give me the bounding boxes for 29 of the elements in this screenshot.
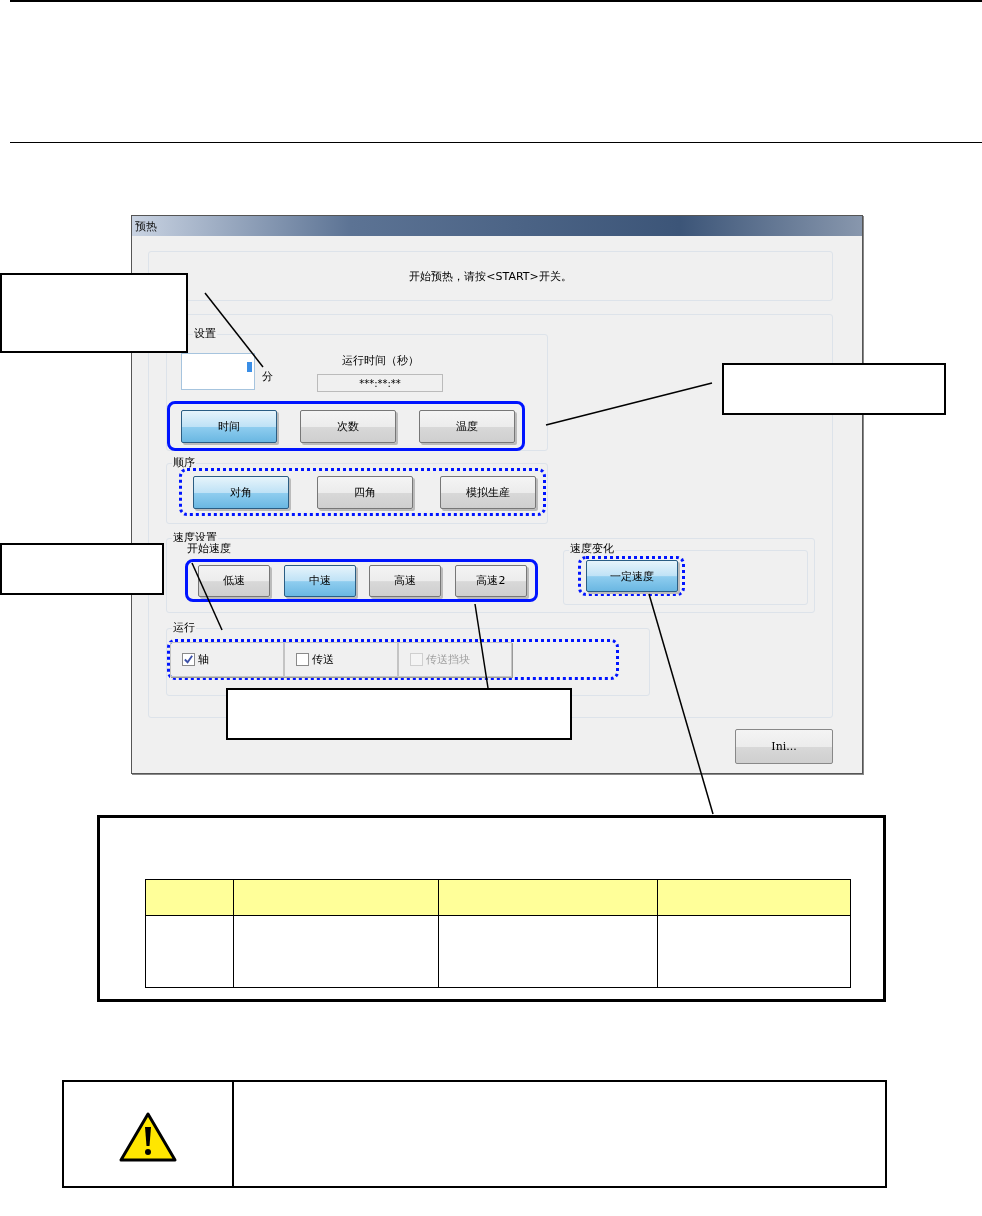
group-label: 运行 bbox=[172, 620, 196, 635]
checkbox[interactable] bbox=[182, 653, 195, 666]
checkbox[interactable] bbox=[296, 653, 309, 666]
group-label: 速度变化 bbox=[569, 541, 615, 556]
warning-icon bbox=[118, 1111, 178, 1163]
checkbox-label: 传送挡块 bbox=[426, 652, 470, 667]
mode-button[interactable]: 次数 bbox=[300, 409, 396, 443]
checkbox-label: 传送 bbox=[312, 652, 334, 667]
speed-button[interactable]: 低速 bbox=[198, 564, 270, 597]
text-cursor-icon bbox=[247, 362, 252, 372]
speed-change-button[interactable]: 一定速度 bbox=[586, 560, 678, 592]
runtime-display: ***:**:** bbox=[317, 374, 443, 392]
speed-button[interactable]: 高速 bbox=[369, 564, 442, 597]
order-button[interactable]: 对角 bbox=[193, 475, 289, 509]
order-button[interactable]: 模拟生産 bbox=[440, 475, 536, 509]
mode-button[interactable]: 时间 bbox=[181, 409, 277, 443]
message-text: 开始预热，请按<START>开关。 bbox=[409, 268, 572, 284]
order-button[interactable]: 四角 bbox=[316, 475, 413, 509]
group-label: 顺序 bbox=[172, 455, 196, 470]
speed-button[interactable]: 中速 bbox=[283, 564, 356, 597]
checkbox-label: 轴 bbox=[198, 652, 209, 667]
ini-button[interactable]: Ini... bbox=[735, 729, 833, 764]
minutes-field[interactable] bbox=[181, 353, 255, 390]
group-label: 设置 bbox=[193, 326, 217, 341]
mode-button[interactable]: 温度 bbox=[419, 409, 515, 443]
speed-button[interactable]: 高速2 bbox=[454, 564, 527, 597]
unit-label: 分 bbox=[262, 369, 273, 384]
runtime-label: 运行时间（秒） bbox=[341, 353, 419, 368]
window-title: 预热 bbox=[135, 218, 157, 234]
